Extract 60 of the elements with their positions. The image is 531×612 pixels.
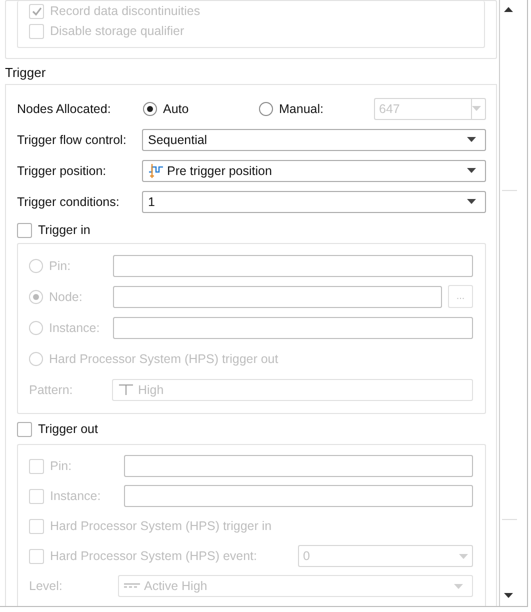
checkbox[interactable] (29, 4, 44, 18)
radio-label: Hard Processor System (HPS) trigger out (49, 352, 278, 366)
field-label: Nodes Allocated: (17, 102, 112, 116)
high-level-icon (118, 384, 134, 396)
field-label: Pattern: (29, 382, 74, 396)
check-icon (32, 6, 42, 16)
checkbox-label: Hard Processor System (HPS) trigger in (50, 519, 272, 533)
input-field[interactable] (124, 485, 473, 507)
browse-button[interactable]: ... (448, 285, 473, 308)
scrollbar-thumb[interactable] (502, 190, 517, 520)
checkbox[interactable] (29, 548, 44, 564)
radio-label: Auto (163, 102, 190, 116)
caret-icon (472, 106, 481, 111)
input-field[interactable] (124, 455, 473, 477)
field-label: Level: (29, 579, 64, 593)
radio-button[interactable] (29, 290, 43, 304)
spin-field[interactable]: 0 (298, 545, 473, 567)
input-field[interactable] (113, 316, 473, 338)
checkbox[interactable] (17, 222, 32, 238)
caret-icon (467, 199, 476, 204)
checkbox-label: Instance: (50, 489, 102, 503)
spin-field[interactable]: 647 (374, 98, 486, 120)
input-field[interactable] (113, 254, 473, 276)
radio-label: Instance: (49, 320, 101, 334)
checkbox[interactable] (29, 488, 44, 504)
radio-label: Manual: (279, 102, 324, 116)
checkbox-label: Record data discontinuities (50, 4, 200, 18)
caret-icon (467, 137, 476, 142)
checkbox[interactable] (17, 422, 32, 436)
radio-button[interactable] (29, 258, 43, 272)
field-label: Trigger position: (17, 164, 108, 178)
checkbox[interactable] (29, 24, 44, 38)
checkbox-label: Trigger in (38, 223, 90, 237)
checkbox-label: Pin: (50, 459, 73, 473)
radio-button[interactable] (259, 102, 273, 116)
dropdown[interactable]: Active High (118, 575, 473, 597)
field-label: Trigger flow control: (17, 132, 128, 146)
dropdown[interactable]: Pre trigger position (142, 160, 486, 182)
checkbox-label: Trigger out (38, 422, 98, 436)
checkbox[interactable] (29, 458, 44, 474)
radio-button[interactable] (29, 352, 43, 366)
level-icon (124, 583, 140, 589)
radio-button[interactable] (29, 320, 43, 334)
caret-icon (459, 554, 468, 558)
dropdown[interactable]: 1 (142, 190, 486, 212)
caret-icon (467, 168, 476, 173)
dropdown[interactable]: Sequential (142, 128, 486, 150)
checkbox-label: Disable storage qualifier (50, 24, 184, 38)
radio-button[interactable] (143, 102, 157, 116)
radio-label: Pin: (49, 258, 72, 272)
checkbox-label: Hard Processor System (HPS) event: (50, 549, 258, 563)
field-label: Trigger conditions: (17, 194, 120, 208)
checkbox[interactable] (29, 518, 44, 534)
radio-label: Node: (49, 290, 84, 304)
scroll-up-icon[interactable] (504, 7, 513, 12)
input-field[interactable] (113, 286, 442, 308)
scroll-down-icon[interactable] (504, 593, 513, 598)
section-title: Trigger (5, 65, 47, 80)
pattern-field[interactable]: High (112, 378, 473, 400)
caret-icon (454, 584, 463, 588)
